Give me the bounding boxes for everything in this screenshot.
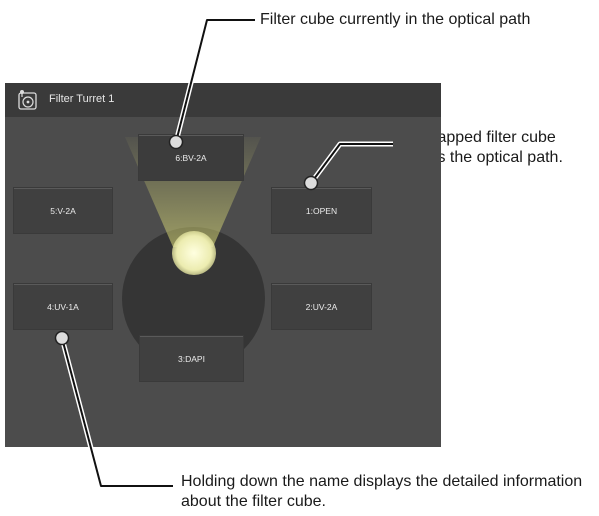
panel-header: Filter Turret 1 xyxy=(5,83,441,117)
callout-hold-details: Holding down the name displays the detai… xyxy=(181,473,583,510)
filter-cube-3-button[interactable]: 3:DAPI xyxy=(139,335,244,382)
filter-cube-1-button[interactable]: 1:OPEN xyxy=(271,187,372,234)
callout-current-filter: Filter cube currently in the optical pat… xyxy=(260,11,531,28)
filter-cube-6-button[interactable]: 6:BV-2A xyxy=(138,134,244,181)
filter-turret-icon xyxy=(18,90,37,110)
filter-cube-4-button[interactable]: 4:UV-1A xyxy=(13,283,113,330)
panel-title: Filter Turret 1 xyxy=(49,93,115,105)
turret-body: 6:BV-2A 5:V-2A 1:OPEN 4:UV-1A 2:UV-2A 3:… xyxy=(5,117,441,447)
filter-cube-2-button[interactable]: 2:UV-2A xyxy=(271,283,372,330)
filter-turret-panel: Filter Turret 1 6:BV-2A 5:V-2A 1:OPEN 4:… xyxy=(5,83,441,447)
light-spot xyxy=(172,231,216,275)
filter-cube-5-button[interactable]: 5:V-2A xyxy=(13,187,113,234)
